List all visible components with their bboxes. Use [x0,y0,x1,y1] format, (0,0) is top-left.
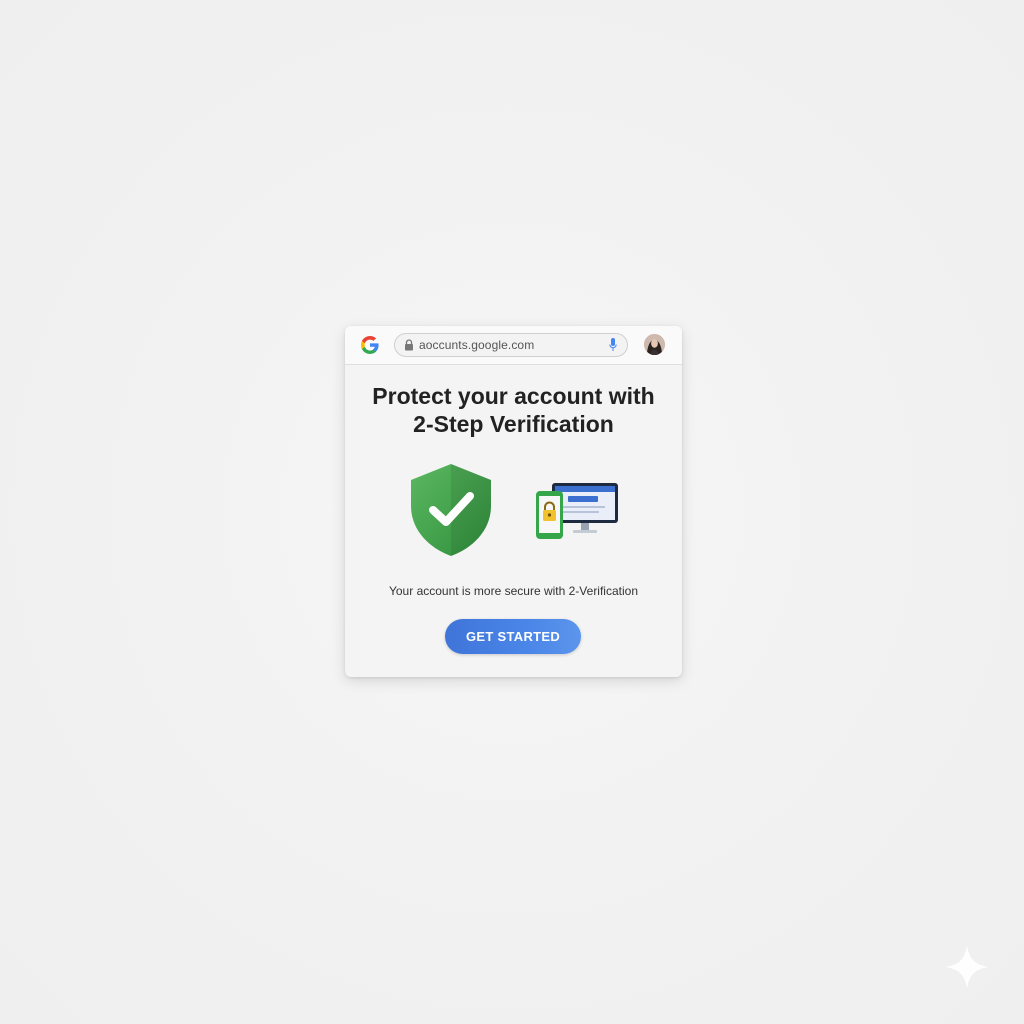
avatar[interactable] [644,334,665,355]
shield-check-icon [411,464,491,556]
phone-monitor-lock-icon [536,483,618,539]
title-line-1: Protect your account with [372,383,655,409]
title-line-2: 2-Step Verification [413,411,614,437]
sparkle-icon [945,945,989,989]
lock-icon [405,339,413,351]
address-bar[interactable]: aoccunts.google.com [394,333,628,357]
browser-toolbar: aoccunts.google.com [345,326,682,365]
get-started-button[interactable]: GET STARTED [445,619,581,654]
browser-window: aoccunts.google.com Protect your account… [345,326,682,677]
google-g-icon [361,336,379,354]
description-text: Your account is more secure with 2-Verif… [388,584,638,598]
mic-icon[interactable] [609,338,617,352]
url-text: aoccunts.google.com [419,338,535,352]
page-background: aoccunts.google.com Protect your account… [0,0,1024,1024]
page-title: Protect your account with 2-Step Verific… [345,382,682,438]
